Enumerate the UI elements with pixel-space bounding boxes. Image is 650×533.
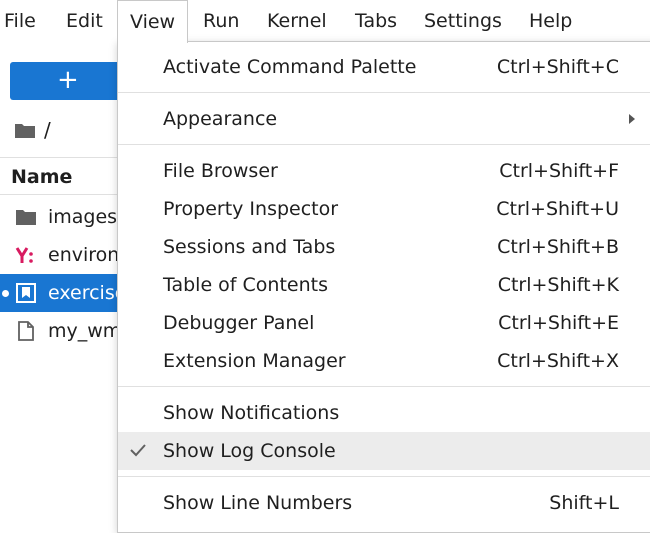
menu-kernel[interactable]: Kernel [267, 0, 327, 42]
menu-item-label: Appearance [163, 108, 278, 130]
file-name: my_wm [48, 320, 120, 342]
menu-divider [118, 92, 650, 93]
menu-item-label: File Browser [163, 160, 278, 182]
menu-item-activate-command-palette[interactable]: Activate Command Palette Ctrl+Shift+C [118, 48, 650, 86]
menu-item-shortcut: Ctrl+Shift+C [496, 56, 619, 78]
menu-item-shortcut: Ctrl+Shift+F [499, 160, 619, 182]
menu-item-label: Sessions and Tabs [163, 236, 336, 258]
menu-bar: File Edit View Run Kernel Tabs Settings … [0, 0, 650, 43]
menu-divider [118, 144, 650, 145]
file-name: environ [48, 244, 120, 266]
menu-item-property-inspector[interactable]: Property Inspector Ctrl+Shift+U [118, 190, 650, 228]
running-indicator-icon [2, 290, 9, 297]
menu-divider [118, 386, 650, 387]
menu-item-appearance[interactable]: Appearance [118, 100, 650, 138]
menu-item-show-notifications[interactable]: Show Notifications [118, 394, 650, 432]
menu-help[interactable]: Help [529, 0, 572, 42]
menu-file[interactable]: File [4, 0, 36, 42]
breadcrumb-root: / [44, 118, 51, 142]
file-row[interactable]: my_wm [0, 312, 120, 350]
folder-icon [16, 210, 36, 225]
menu-settings[interactable]: Settings [424, 0, 502, 42]
file-icon [18, 321, 34, 341]
submenu-arrow-icon [629, 114, 635, 124]
menu-tabs[interactable]: Tabs [355, 0, 397, 42]
menu-item-debugger-panel[interactable]: Debugger Panel Ctrl+Shift+E [118, 304, 650, 342]
menu-item-shortcut: Ctrl+Shift+B [497, 236, 619, 258]
checkmark-icon [130, 444, 146, 457]
file-name: images [48, 206, 118, 228]
menu-item-label: Property Inspector [163, 198, 339, 220]
view-menu-dropdown: Activate Command Palette Ctrl+Shift+C Ap… [117, 41, 650, 533]
menu-item-file-browser[interactable]: File Browser Ctrl+Shift+F [118, 152, 650, 190]
folder-icon [15, 124, 35, 138]
menu-edit[interactable]: Edit [66, 0, 103, 42]
menu-item-table-of-contents[interactable]: Table of Contents Ctrl+Shift+K [118, 266, 650, 304]
file-row[interactable]: images [0, 198, 120, 236]
menu-item-show-log-console[interactable]: Show Log Console [118, 432, 650, 470]
menu-item-label: Extension Manager [163, 350, 346, 372]
menu-item-extension-manager[interactable]: Extension Manager Ctrl+Shift+X [118, 342, 650, 380]
notebook-icon [16, 283, 36, 303]
column-header-name[interactable]: Name [0, 157, 120, 195]
menu-item-sessions-and-tabs[interactable]: Sessions and Tabs Ctrl+Shift+B [118, 228, 650, 266]
file-row[interactable]: environ [0, 236, 120, 274]
new-launcher-label: + [57, 65, 79, 95]
menu-item-label: Show Log Console [163, 440, 336, 462]
menu-item-shortcut: Ctrl+Shift+E [498, 312, 619, 334]
menu-item-label: Show Line Numbers [163, 492, 353, 514]
file-browser-panel: + / Name images environ exercise my_wm [0, 42, 120, 522]
menu-item-label: Table of Contents [163, 274, 328, 296]
menu-item-shortcut: Shift+L [549, 492, 619, 514]
file-row-selected[interactable]: exercise [0, 274, 120, 312]
menu-view[interactable]: View [117, 0, 189, 43]
yaml-icon [15, 247, 33, 263]
menu-item-label: Show Notifications [163, 402, 340, 424]
menu-item-label: Activate Command Palette [163, 56, 417, 78]
menu-divider [118, 476, 650, 477]
menu-item-label: Debugger Panel [163, 312, 315, 334]
new-launcher-button[interactable]: + [10, 62, 120, 100]
menu-item-shortcut: Ctrl+Shift+U [496, 198, 619, 220]
menu-run[interactable]: Run [203, 0, 239, 42]
menu-item-shortcut: Ctrl+Shift+X [497, 350, 619, 372]
file-name: exercise [48, 282, 120, 304]
menu-item-show-line-numbers[interactable]: Show Line Numbers Shift+L [118, 484, 650, 522]
menu-item-shortcut: Ctrl+Shift+K [497, 274, 619, 296]
